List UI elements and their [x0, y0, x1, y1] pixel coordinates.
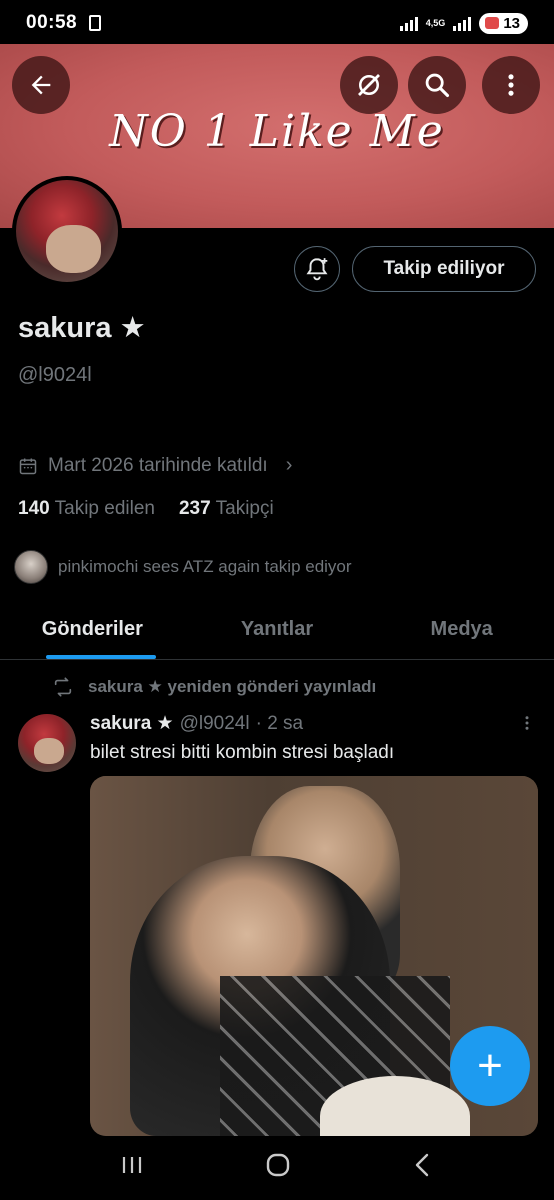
repost-indicator: sakura ★ yeniden gönderi yayınladı [52, 676, 376, 698]
status-bar: 00:58 4,5G 13 [0, 0, 554, 46]
follower-avatar [14, 550, 48, 584]
tab-posts[interactable]: Gönderiler [0, 600, 185, 659]
post-more-button[interactable] [518, 712, 536, 740]
battery-level: 13 [503, 14, 520, 32]
system-nav-bar [0, 1130, 554, 1200]
more-button[interactable] [482, 56, 540, 114]
banner-text: NO 1 Like Me [109, 106, 445, 157]
signal-icon-2 [453, 15, 472, 31]
follow-counts: 140 Takip edilen 237 Takipçi [18, 498, 274, 520]
post-header: sakura ★ @l9024l · 2 sa [90, 712, 303, 735]
joined-date[interactable]: Mart 2026 tarihinde katıldı › [18, 454, 292, 477]
post-author-avatar[interactable] [18, 714, 76, 772]
following-count: 140 [18, 498, 50, 519]
signal-icon [399, 15, 418, 31]
post-time: · 2 sa [255, 712, 304, 734]
display-name: sakura ★ [18, 312, 146, 344]
chevron-right-icon: › [285, 454, 293, 476]
sim-icon [89, 15, 102, 31]
more-vertical-icon [508, 74, 514, 96]
following-link[interactable]: 140 Takip edilen [18, 498, 155, 520]
post-author-handle: @l9024l [179, 712, 250, 734]
home-icon[interactable] [264, 1151, 292, 1179]
notify-button[interactable] [294, 246, 340, 292]
post-text: bilet stresi bitti kombin stresi başladı [90, 742, 395, 763]
followers-link[interactable]: 237 Takipçi [179, 498, 274, 520]
search-button[interactable] [408, 56, 466, 114]
more-vertical-icon [525, 716, 529, 730]
joined-text: Mart 2026 tarihinde katıldı [48, 454, 268, 476]
arrow-left-icon [31, 75, 51, 95]
repost-icon [54, 677, 72, 697]
tab-replies[interactable]: Yanıtlar [185, 600, 370, 659]
bell-plus-icon [306, 258, 328, 281]
profile-avatar[interactable] [12, 176, 122, 286]
back-button[interactable] [12, 56, 70, 114]
grok-icon [358, 74, 380, 96]
status-time: 00:58 [26, 12, 78, 33]
compose-button[interactable]: + [450, 1026, 530, 1106]
grok-button[interactable] [340, 56, 398, 114]
followed-by-text: pinkimochi sees ATZ again takip ediyor [58, 557, 352, 576]
following-button[interactable]: Takip ediliyor [352, 246, 536, 292]
followed-by[interactable]: pinkimochi sees ATZ again takip ediyor [14, 550, 352, 584]
battery-icon [485, 17, 500, 29]
followers-count: 237 [178, 498, 211, 519]
repost-text: sakura ★ yeniden gönderi yayınladı [88, 677, 377, 696]
back-nav-icon[interactable] [411, 1152, 435, 1178]
following-label: Takip edilen [54, 498, 155, 519]
recents-icon[interactable] [119, 1153, 145, 1177]
network-label: 4,5G [425, 17, 446, 28]
status-right: 4,5G 13 [399, 12, 528, 34]
battery-indicator: 13 [479, 12, 528, 34]
user-handle: @l9024l [18, 364, 92, 386]
calendar-icon [19, 458, 37, 474]
search-icon [425, 73, 450, 98]
followers-label: Takipçi [215, 498, 274, 519]
tab-media[interactable]: Medya [369, 600, 554, 659]
post-author-name[interactable]: sakura ★ [90, 712, 174, 735]
profile-tabs: Gönderiler Yanıtlar Medya [0, 600, 554, 660]
